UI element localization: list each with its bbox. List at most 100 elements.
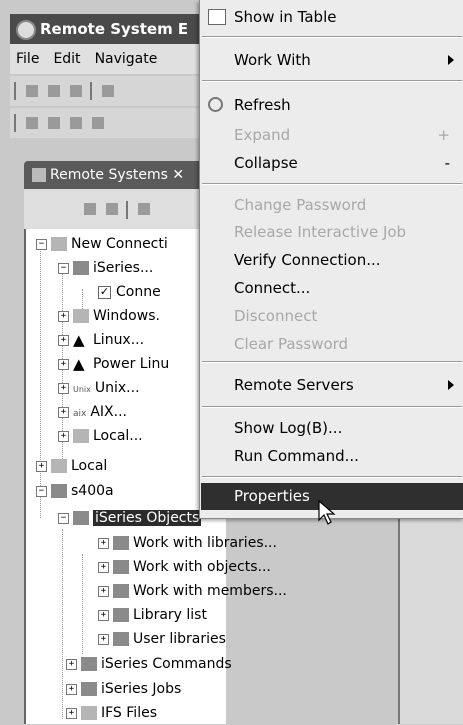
tree-node-user-libraries[interactable]: + User libraries: [98, 627, 226, 651]
new-icon[interactable]: [26, 85, 38, 97]
tree-node-label: iSeries Jobs: [101, 681, 182, 697]
expand-toggle[interactable]: +: [58, 358, 69, 370]
iseries-commands-icon: [81, 657, 97, 671]
user-libraries-icon: [113, 632, 129, 646]
menu-item-clear-password[interactable]: Clear Password: [234, 334, 454, 354]
tree-node-power-linux[interactable]: + ▲ Power Linu: [58, 352, 169, 376]
expand-toggle[interactable]: +: [98, 537, 109, 549]
tree-node-aix[interactable]: + aix AIX...: [58, 400, 127, 424]
menu-edit[interactable]: Edit: [53, 51, 80, 67]
menu-item-show-log[interactable]: Show Log(B)...: [234, 418, 454, 438]
expand-toggle[interactable]: +: [58, 382, 69, 394]
expand-toggle[interactable]: +: [98, 585, 109, 597]
tree-node-label: User libraries: [133, 631, 226, 647]
navigation-toolbar: [10, 108, 210, 138]
expand-toggle[interactable]: +: [58, 310, 69, 322]
tree-node-local[interactable]: + Local: [36, 454, 107, 478]
view-tab-label: Remote Systems: [50, 167, 168, 183]
checkbox-icon[interactable]: ✓: [98, 285, 111, 299]
tree-node-work-members[interactable]: + Work with members...: [98, 579, 287, 603]
tree-node-s400a[interactable]: − s400a: [36, 479, 114, 503]
remote-systems-view-tab[interactable]: Remote Systems ✕: [24, 161, 204, 189]
tree-node-work-objects[interactable]: + Work with objects...: [98, 555, 271, 579]
window-title: Remote System E: [40, 20, 189, 38]
menu-separator: [202, 406, 462, 408]
tree-node-linux[interactable]: + ▲ Linux...: [58, 328, 144, 352]
table-icon: [208, 9, 226, 25]
tree-node-iseries-jobs[interactable]: + iSeries Jobs: [66, 677, 181, 701]
local-computer-icon: [73, 429, 89, 443]
tree-node-connection[interactable]: ✓ Conne: [98, 280, 161, 304]
menu-file[interactable]: File: [16, 51, 39, 67]
menu-item-collapse[interactable]: Collapse -: [234, 153, 454, 173]
expand-toggle[interactable]: +: [58, 406, 69, 418]
tree-node-label: s400a: [71, 483, 114, 499]
menu-item-connect[interactable]: Connect...: [234, 278, 454, 298]
print-icon[interactable]: [70, 85, 82, 97]
tree-node-new-connection[interactable]: − New Connecti: [36, 232, 168, 256]
tree-node-iseries-objects[interactable]: − iSeries Objects: [58, 506, 202, 530]
tree-node-iseries-template[interactable]: − iSeries...: [58, 256, 153, 280]
menu-item-label: Collapse: [234, 154, 298, 172]
expand-toggle[interactable]: +: [66, 683, 77, 695]
back-history-icon[interactable]: [26, 117, 38, 129]
close-icon[interactable]: ✕: [172, 167, 184, 183]
menu-item-properties[interactable]: Properties: [234, 486, 454, 506]
save-icon[interactable]: [48, 85, 60, 97]
tree-node-local-template[interactable]: + Local...: [58, 424, 143, 448]
menu-item-refresh[interactable]: Refresh: [234, 95, 454, 115]
menu-separator: [202, 36, 462, 38]
collapse-toggle[interactable]: −: [36, 238, 47, 250]
mouse-pointer-icon: [318, 500, 336, 525]
back-icon[interactable]: [138, 203, 150, 215]
linux-penguin-icon: ▲: [73, 355, 85, 373]
windows-icon: [73, 309, 89, 323]
expand-toggle[interactable]: +: [66, 658, 77, 670]
menu-item-run-command[interactable]: Run Command...: [234, 446, 454, 466]
tree-node-work-libraries[interactable]: + Work with libraries...: [98, 531, 277, 555]
debug-icon[interactable]: [102, 85, 114, 97]
view-toolbar: [24, 189, 204, 229]
tree-node-windows[interactable]: + Windows.: [58, 304, 160, 328]
menu-separator: [202, 183, 462, 185]
collapse-toggle[interactable]: −: [58, 262, 69, 274]
new-connection-icon[interactable]: [84, 203, 96, 215]
menu-item-disconnect[interactable]: Disconnect: [234, 306, 454, 326]
expand-toggle[interactable]: +: [98, 561, 109, 573]
collapse-toggle[interactable]: −: [36, 485, 47, 497]
expand-toggle[interactable]: +: [98, 633, 109, 645]
forward-arrow-icon[interactable]: [70, 117, 82, 129]
menu-item-verify-connection[interactable]: Verify Connection...: [234, 250, 454, 270]
refresh-icon[interactable]: [106, 203, 118, 215]
menu-separator: [202, 476, 462, 478]
linux-penguin-icon: ▲: [73, 331, 85, 349]
tree-node-ifs-files[interactable]: + IFS Files: [66, 701, 157, 725]
menu-item-show-in-table[interactable]: Show in Table: [234, 7, 454, 27]
tree-node-label: Work with objects...: [133, 559, 271, 575]
tree-node-label: Library list: [133, 607, 207, 623]
menu-item-expand[interactable]: Expand +: [234, 125, 454, 145]
expand-toggle[interactable]: +: [58, 430, 69, 442]
toolbar-separator: [90, 82, 92, 100]
dropdown-icon[interactable]: [92, 117, 104, 129]
tree-node-unix[interactable]: + Unix Unix...: [58, 376, 140, 400]
menu-item-work-with[interactable]: Work With: [234, 50, 454, 70]
tree-node-label: Linux...: [93, 332, 145, 348]
back-arrow-icon[interactable]: [48, 117, 60, 129]
expand-toggle[interactable]: +: [98, 609, 109, 621]
tree-node-label: AIX...: [90, 404, 127, 420]
menu-item-change-password[interactable]: Change Password: [234, 195, 454, 215]
expand-toggle[interactable]: +: [58, 334, 69, 346]
library-list-icon: [113, 608, 129, 622]
window-title-bar: Remote System E: [10, 14, 210, 44]
expand-toggle[interactable]: +: [66, 707, 77, 719]
tree-node-library-list[interactable]: + Library list: [98, 603, 207, 627]
menu-item-release-interactive-job[interactable]: Release Interactive Job: [234, 222, 454, 242]
tree-node-label: IFS Files: [101, 705, 157, 721]
tree-node-label: iSeries Commands: [101, 656, 232, 672]
expand-toggle[interactable]: +: [36, 460, 47, 472]
collapse-toggle[interactable]: −: [58, 512, 69, 524]
menu-item-remote-servers[interactable]: Remote Servers: [234, 375, 454, 395]
menu-navigate[interactable]: Navigate: [95, 51, 158, 67]
tree-node-iseries-commands[interactable]: + iSeries Commands: [66, 652, 232, 676]
